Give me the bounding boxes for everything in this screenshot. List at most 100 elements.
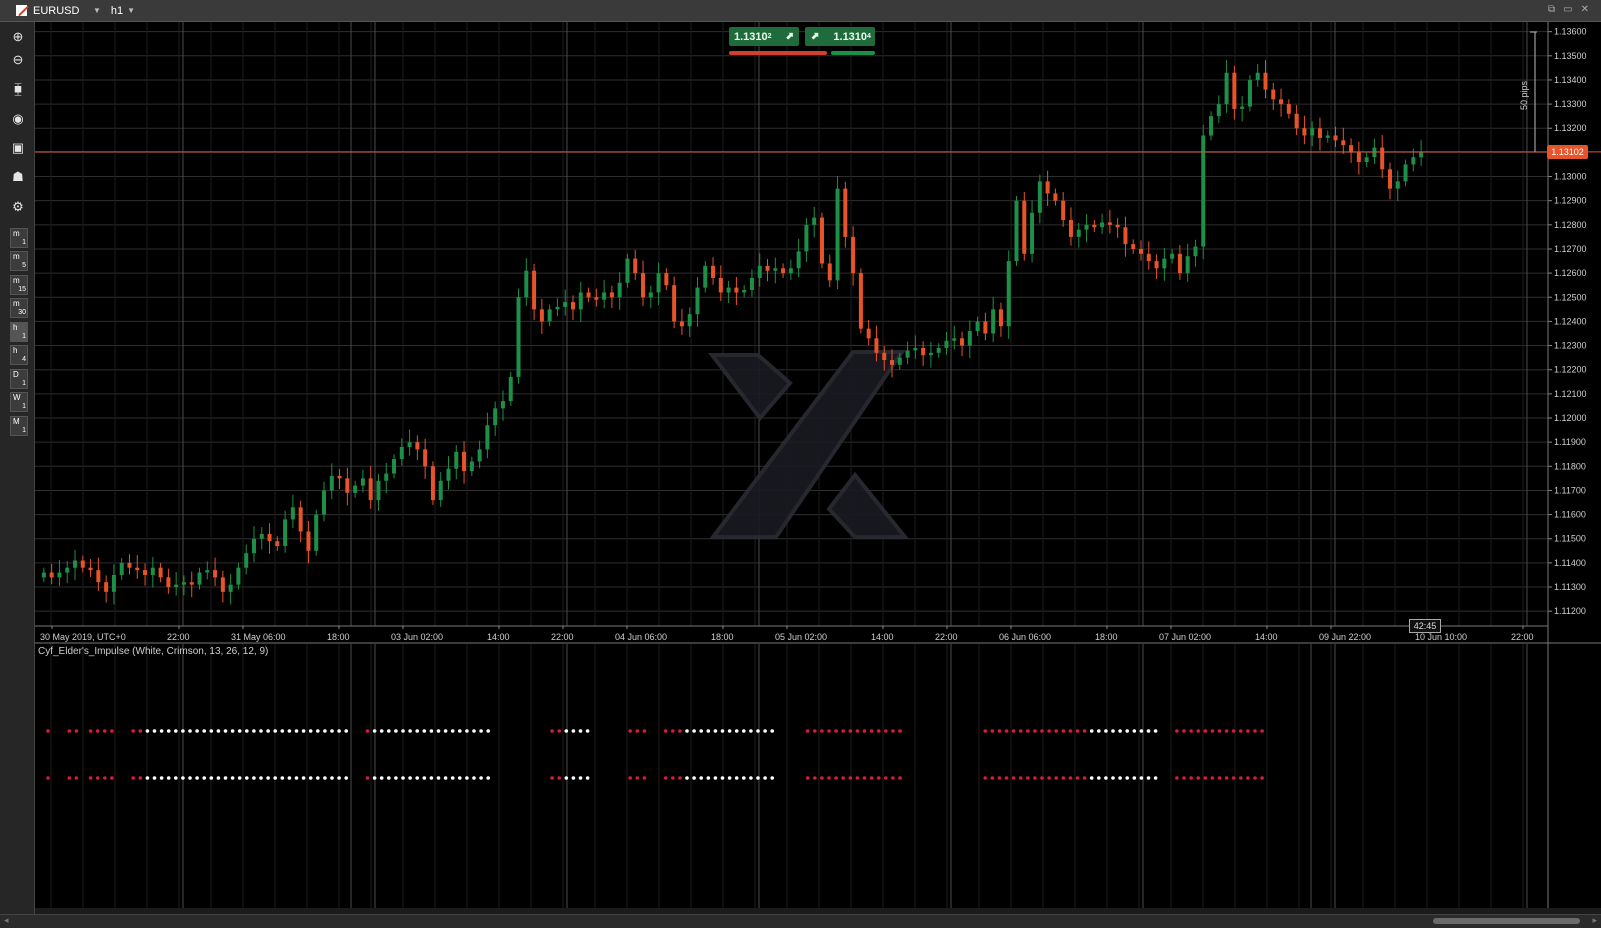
impulse-dot bbox=[1189, 776, 1193, 780]
impulse-dot bbox=[337, 776, 341, 780]
sell-button[interactable]: 1.1310 2 ⬈ bbox=[729, 27, 799, 46]
impulse-dot bbox=[181, 729, 185, 733]
impulse-dot bbox=[245, 776, 249, 780]
impulse-dot bbox=[876, 729, 881, 733]
x-tick-label: 22:00 bbox=[167, 632, 190, 642]
impulse-dot bbox=[408, 776, 412, 780]
impulse-dot bbox=[415, 729, 420, 733]
sell-arrow-icon: ⬈ bbox=[785, 31, 794, 42]
impulse-dot bbox=[138, 729, 143, 733]
buy-button[interactable]: ⬈ 1.1310 4 bbox=[805, 27, 875, 46]
impulse-dot bbox=[308, 729, 313, 733]
impulse-dot bbox=[990, 776, 995, 780]
candle bbox=[819, 212, 824, 269]
impulse-dot bbox=[443, 729, 448, 733]
impulse-dot bbox=[770, 776, 774, 780]
impulse-dot bbox=[678, 776, 682, 780]
impulse-dot bbox=[486, 776, 491, 780]
scroll-right-icon[interactable]: ▸ bbox=[1592, 915, 1597, 926]
candle bbox=[835, 176, 840, 290]
impulse-dot bbox=[486, 729, 491, 733]
x-tick-label: 18:00 bbox=[327, 632, 350, 642]
impulse-dot bbox=[344, 729, 349, 733]
impulse-dot bbox=[450, 729, 455, 733]
scrollbar-thumb[interactable] bbox=[1433, 918, 1580, 924]
impulse-dot bbox=[195, 776, 199, 780]
impulse-dot bbox=[671, 729, 675, 733]
impulse-dot bbox=[443, 776, 448, 780]
impulse-dot bbox=[223, 729, 228, 733]
candle bbox=[314, 509, 319, 556]
impulse-dot bbox=[585, 776, 590, 780]
impulse-dot bbox=[88, 776, 93, 780]
impulse-dot bbox=[898, 729, 902, 733]
indicator-label[interactable]: Cyf_Elder's_Impulse (White, Crimson, 13,… bbox=[38, 646, 268, 657]
impulse-dot bbox=[1089, 729, 1094, 733]
impulse-dot bbox=[763, 729, 767, 733]
x-tick-label: 03 Jun 02:00 bbox=[391, 632, 443, 642]
impulse-dot bbox=[1189, 729, 1193, 733]
impulse-dot bbox=[436, 729, 441, 733]
impulse-dot bbox=[422, 729, 427, 733]
x-tick-label: 14:00 bbox=[1255, 632, 1278, 642]
impulse-dot bbox=[1175, 776, 1179, 780]
impulse-dot bbox=[884, 729, 888, 733]
impulse-dot bbox=[628, 729, 632, 733]
impulse-dot bbox=[1182, 729, 1186, 733]
impulse-dot bbox=[266, 776, 270, 780]
impulse-dot bbox=[635, 776, 640, 780]
impulse-dot bbox=[1203, 729, 1208, 733]
impulse-dot bbox=[245, 729, 249, 733]
impulse-dot bbox=[152, 776, 157, 780]
chart-area[interactable]: 1.13600 1.13500 1.13400 1.13300 1.13200 1.131… bbox=[0, 0, 1601, 914]
x-tick-label: 04 Jun 06:00 bbox=[615, 632, 667, 642]
impulse-dot bbox=[671, 776, 675, 780]
impulse-dot bbox=[1082, 776, 1087, 780]
impulse-dot bbox=[387, 776, 391, 780]
impulse-dot bbox=[742, 729, 746, 733]
impulse-dot bbox=[841, 729, 845, 733]
impulse-dot bbox=[223, 776, 228, 780]
impulse-dot bbox=[301, 776, 306, 780]
impulse-dot bbox=[685, 776, 689, 780]
impulse-dot bbox=[394, 776, 398, 780]
impulse-dot bbox=[727, 776, 732, 780]
impulse-dot bbox=[891, 776, 895, 780]
impulse-dot bbox=[323, 729, 327, 733]
x-tick-label: 30 May 2019, UTC+0 bbox=[40, 632, 126, 642]
impulse-dot bbox=[869, 729, 874, 733]
impulse-dot bbox=[365, 776, 370, 780]
impulse-dot bbox=[1196, 776, 1200, 780]
impulse-dot bbox=[1217, 776, 1222, 780]
impulse-dot bbox=[1018, 729, 1023, 733]
impulse-dot bbox=[1018, 776, 1023, 780]
impulse-dot bbox=[678, 729, 682, 733]
impulse-dot bbox=[1047, 776, 1051, 780]
impulse-dot bbox=[323, 776, 327, 780]
impulse-dot bbox=[159, 729, 164, 733]
impulse-dot bbox=[479, 776, 483, 780]
impulse-dot bbox=[1011, 776, 1016, 780]
impulse-dot bbox=[259, 776, 263, 780]
impulse-dot bbox=[372, 729, 377, 733]
impulse-dot bbox=[1253, 729, 1257, 733]
impulse-dot bbox=[1253, 776, 1257, 780]
x-tick-label: 22:00 bbox=[551, 632, 574, 642]
impulse-dot bbox=[1054, 729, 1058, 733]
impulse-dot bbox=[479, 729, 483, 733]
impulse-dot bbox=[237, 776, 242, 780]
horizontal-scrollbar[interactable]: ◂ ▸ bbox=[0, 914, 1601, 928]
x-tick-label: 06 Jun 06:00 bbox=[999, 632, 1051, 642]
candle bbox=[430, 461, 435, 505]
impulse-dot bbox=[884, 776, 888, 780]
impulse-dot bbox=[734, 776, 739, 780]
impulse-dot bbox=[1217, 729, 1222, 733]
sell-sentiment-bar bbox=[729, 51, 827, 55]
impulse-dot bbox=[46, 776, 50, 780]
scroll-left-icon[interactable]: ◂ bbox=[4, 915, 9, 926]
impulse-dot bbox=[67, 729, 72, 733]
impulse-dot bbox=[891, 729, 895, 733]
impulse-dot bbox=[429, 729, 434, 733]
impulse-dot bbox=[869, 776, 874, 780]
impulse-dot bbox=[387, 729, 391, 733]
